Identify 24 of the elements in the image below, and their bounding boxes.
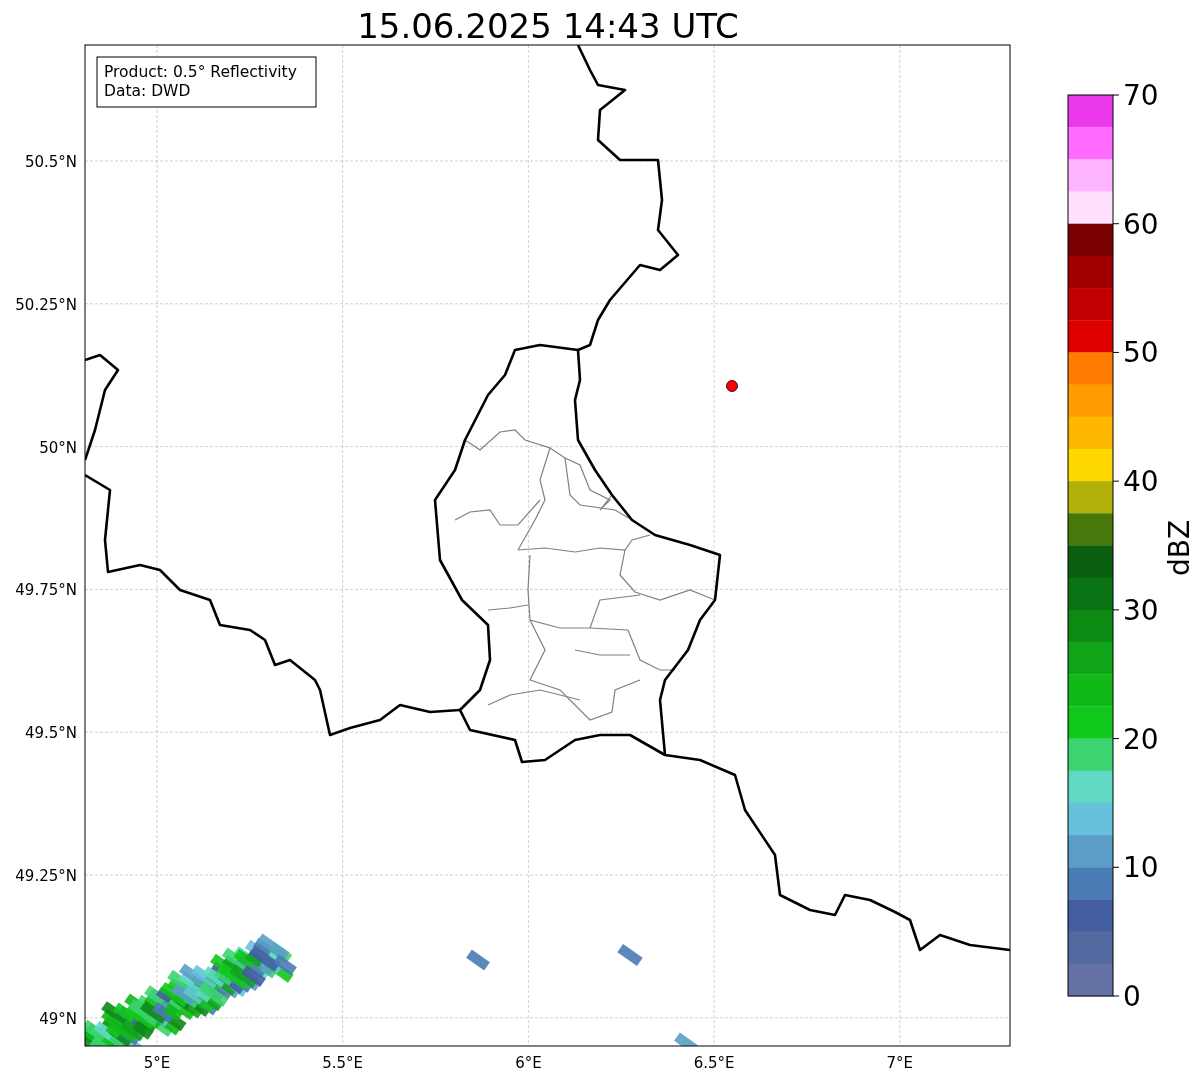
latitude-label: 50.5°N bbox=[24, 153, 77, 171]
colorbar-tick-label: 60 bbox=[1123, 207, 1159, 241]
colorbar-tick-label: 40 bbox=[1123, 465, 1159, 499]
latitude-label: 49.75°N bbox=[15, 581, 77, 600]
longitude-label: 6.5°E bbox=[693, 1054, 735, 1072]
colorbar-tick-label: 10 bbox=[1123, 851, 1159, 885]
info-text: Product: 0.5° Reflectivity bbox=[104, 63, 297, 81]
longitude-label: 5.5°E bbox=[322, 1054, 364, 1072]
latitude-label: 49°N bbox=[39, 1009, 77, 1028]
colorbar-tick-label: 0 bbox=[1123, 980, 1141, 1013]
longitude-label: 5°E bbox=[143, 1054, 171, 1072]
colorbar-tick-label: 30 bbox=[1123, 593, 1159, 627]
colorbar-tick-label: 50 bbox=[1123, 336, 1159, 370]
latitude-label: 49.25°N bbox=[15, 867, 77, 885]
colorbar-label: dBZ bbox=[1163, 519, 1196, 577]
info-text: Data: DWD bbox=[104, 82, 191, 100]
colorbar-tick-label: 20 bbox=[1123, 722, 1159, 756]
colorbar-tick-label: 70 bbox=[1123, 79, 1159, 112]
latitude-label: 49.5°N bbox=[24, 724, 77, 743]
longitude-label: 7°E bbox=[886, 1054, 914, 1072]
latitude-label: 50.25°N bbox=[15, 295, 77, 314]
latitude-label: 50°N bbox=[39, 438, 77, 457]
longitude-label: 6°E bbox=[515, 1054, 542, 1072]
chart-title: 15.06.2025 14:43 UTC bbox=[357, 6, 739, 46]
